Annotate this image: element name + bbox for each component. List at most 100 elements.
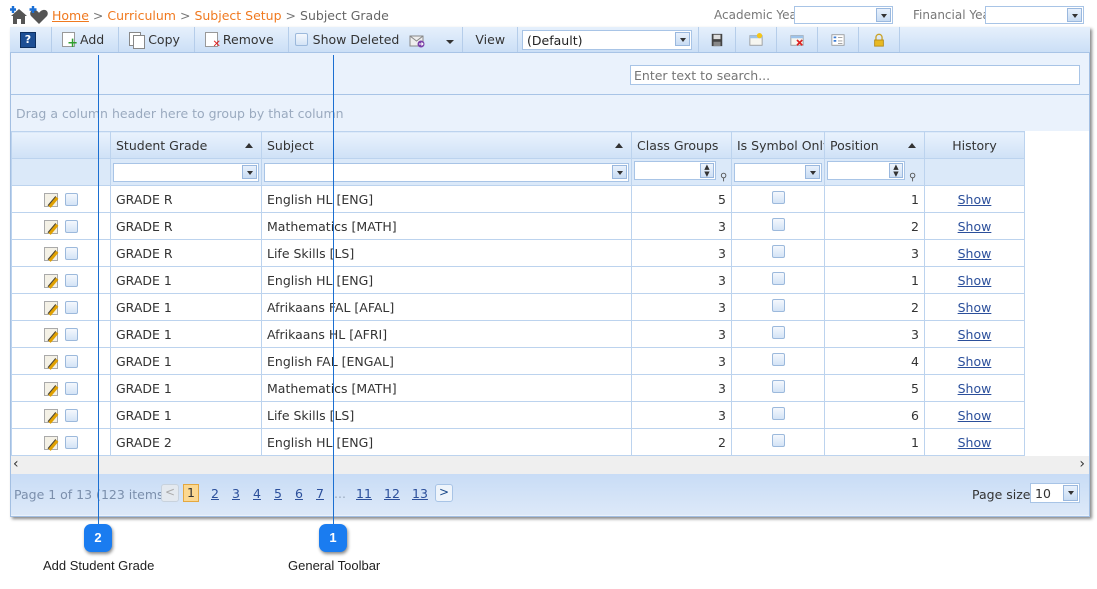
- history-show-link[interactable]: Show: [958, 354, 992, 369]
- pager-page-link[interactable]: 12: [384, 486, 400, 501]
- academic-year-select[interactable]: [794, 6, 893, 24]
- edit-pencil-icon[interactable]: [44, 192, 59, 207]
- show-deleted-toggle[interactable]: Show Deleted: [289, 27, 402, 52]
- edit-pencil-icon[interactable]: [44, 354, 59, 369]
- row-select-checkbox[interactable]: [65, 409, 78, 423]
- class-groups-filter[interactable]: ▲ ▼: [634, 161, 716, 180]
- show-deleted-checkbox[interactable]: [294, 33, 308, 46]
- is-symbol-only-checkbox[interactable]: [771, 299, 785, 312]
- is-symbol-only-checkbox[interactable]: [771, 272, 785, 285]
- save-view-button[interactable]: [699, 27, 737, 52]
- row-select-checkbox[interactable]: [65, 301, 78, 315]
- history-show-link[interactable]: Show: [958, 300, 992, 315]
- column-header-student-grade[interactable]: Student Grade: [110, 131, 262, 159]
- new-view-button[interactable]: [736, 27, 778, 52]
- add-button[interactable]: Add: [52, 27, 120, 52]
- history-show-link[interactable]: Show: [958, 192, 992, 207]
- position-filter[interactable]: ▲ ▼: [827, 161, 905, 180]
- pager-page-link[interactable]: 6: [295, 486, 303, 501]
- delete-view-button[interactable]: [777, 27, 819, 52]
- pager-page-link[interactable]: 2: [211, 486, 219, 501]
- breadcrumb-curriculum[interactable]: Curriculum: [107, 8, 176, 23]
- row-select-checkbox[interactable]: [65, 436, 78, 450]
- row-select-checkbox[interactable]: [65, 247, 78, 261]
- student-grade-filter[interactable]: [113, 162, 259, 182]
- is-symbol-only-filter[interactable]: [734, 162, 822, 182]
- export-dropdown-icon[interactable]: [440, 32, 454, 47]
- is-symbol-only-checkbox[interactable]: [771, 191, 785, 204]
- row-select-checkbox[interactable]: [65, 274, 78, 288]
- breadcrumb-home[interactable]: Home: [52, 8, 89, 23]
- pager-page-link[interactable]: 11: [356, 486, 372, 501]
- column-header-is-symbol-only[interactable]: Is Symbol Only: [731, 131, 825, 159]
- chevron-down-icon[interactable]: [805, 164, 820, 179]
- is-symbol-only-checkbox[interactable]: [771, 353, 785, 366]
- row-select-checkbox[interactable]: [65, 193, 78, 207]
- column-chooser-button[interactable]: [818, 27, 860, 52]
- pager-page-link[interactable]: 4: [253, 486, 261, 501]
- scroll-left-icon[interactable]: ‹: [13, 456, 19, 472]
- export-button[interactable]: [401, 27, 464, 52]
- edit-pencil-icon[interactable]: [44, 300, 59, 315]
- horizontal-scrollbar[interactable]: ‹ ›: [11, 456, 1089, 474]
- breadcrumb-subject-setup[interactable]: Subject Setup: [194, 8, 281, 23]
- edit-pencil-icon[interactable]: [44, 435, 59, 450]
- is-symbol-only-checkbox[interactable]: [771, 218, 785, 231]
- history-show-link[interactable]: Show: [958, 327, 992, 342]
- history-show-link[interactable]: Show: [958, 246, 992, 261]
- column-header-history[interactable]: History: [924, 131, 1025, 159]
- pager-page-link[interactable]: 13: [412, 486, 428, 501]
- page-size-select[interactable]: 10: [1030, 483, 1080, 503]
- help-button[interactable]: ?: [10, 27, 52, 52]
- edit-pencil-icon[interactable]: [44, 381, 59, 396]
- copy-button[interactable]: Copy: [119, 27, 195, 52]
- chevron-down-icon[interactable]: [1067, 8, 1082, 22]
- history-show-link[interactable]: Show: [958, 435, 992, 450]
- row-select-checkbox[interactable]: [65, 355, 78, 369]
- history-show-link[interactable]: Show: [958, 273, 992, 288]
- remove-button[interactable]: Remove: [195, 27, 289, 52]
- chevron-down-icon[interactable]: [876, 8, 891, 22]
- pager-prev-button[interactable]: <: [161, 484, 179, 502]
- is-symbol-only-checkbox[interactable]: [771, 434, 785, 447]
- row-select-checkbox[interactable]: [65, 220, 78, 234]
- spin-updown-icon[interactable]: ▲ ▼: [700, 163, 714, 178]
- edit-pencil-icon[interactable]: [44, 273, 59, 288]
- history-show-link[interactable]: Show: [958, 381, 992, 396]
- column-header-subject[interactable]: Subject: [261, 131, 632, 159]
- chevron-down-icon[interactable]: [242, 164, 257, 179]
- row-select-checkbox[interactable]: [65, 328, 78, 342]
- pager-page-link[interactable]: 7: [316, 486, 324, 501]
- pager-page-link[interactable]: 5: [274, 486, 282, 501]
- home-favorites-icons[interactable]: [10, 6, 50, 26]
- row-select-checkbox[interactable]: [65, 382, 78, 396]
- pager-next-button[interactable]: >: [435, 484, 453, 502]
- filter-funnel-icon[interactable]: ⚲: [909, 172, 917, 183]
- edit-pencil-icon[interactable]: [44, 219, 59, 234]
- financial-year-select[interactable]: [985, 6, 1084, 24]
- filter-funnel-icon[interactable]: ⚲: [720, 172, 728, 183]
- is-symbol-only-checkbox[interactable]: [771, 326, 785, 339]
- chevron-down-icon[interactable]: [612, 164, 627, 179]
- column-header-class-groups[interactable]: Class Groups: [631, 131, 732, 159]
- view-select[interactable]: (Default): [522, 29, 693, 50]
- is-symbol-only-checkbox[interactable]: [771, 407, 785, 420]
- lock-button[interactable]: [859, 27, 901, 52]
- scroll-right-icon[interactable]: ›: [1079, 456, 1085, 472]
- is-symbol-only-checkbox[interactable]: [771, 380, 785, 393]
- history-show-link[interactable]: Show: [958, 219, 992, 234]
- subject-filter[interactable]: [264, 162, 629, 182]
- edit-pencil-icon[interactable]: [44, 408, 59, 423]
- edit-pencil-icon[interactable]: [44, 246, 59, 261]
- pager-page-link[interactable]: 3: [232, 486, 240, 501]
- chevron-down-icon[interactable]: [1063, 485, 1078, 501]
- spin-updown-icon[interactable]: ▲ ▼: [889, 163, 903, 178]
- column-header-position[interactable]: Position: [824, 131, 925, 159]
- is-symbol-only-checkbox[interactable]: [771, 245, 785, 258]
- search-input[interactable]: [630, 65, 1080, 85]
- group-by-panel[interactable]: Drag a column header here to group by th…: [11, 96, 1089, 130]
- chevron-down-icon[interactable]: [675, 31, 691, 46]
- history-show-link[interactable]: Show: [958, 408, 992, 423]
- edit-pencil-icon[interactable]: [44, 327, 59, 342]
- row-actions-cell: [11, 320, 111, 348]
